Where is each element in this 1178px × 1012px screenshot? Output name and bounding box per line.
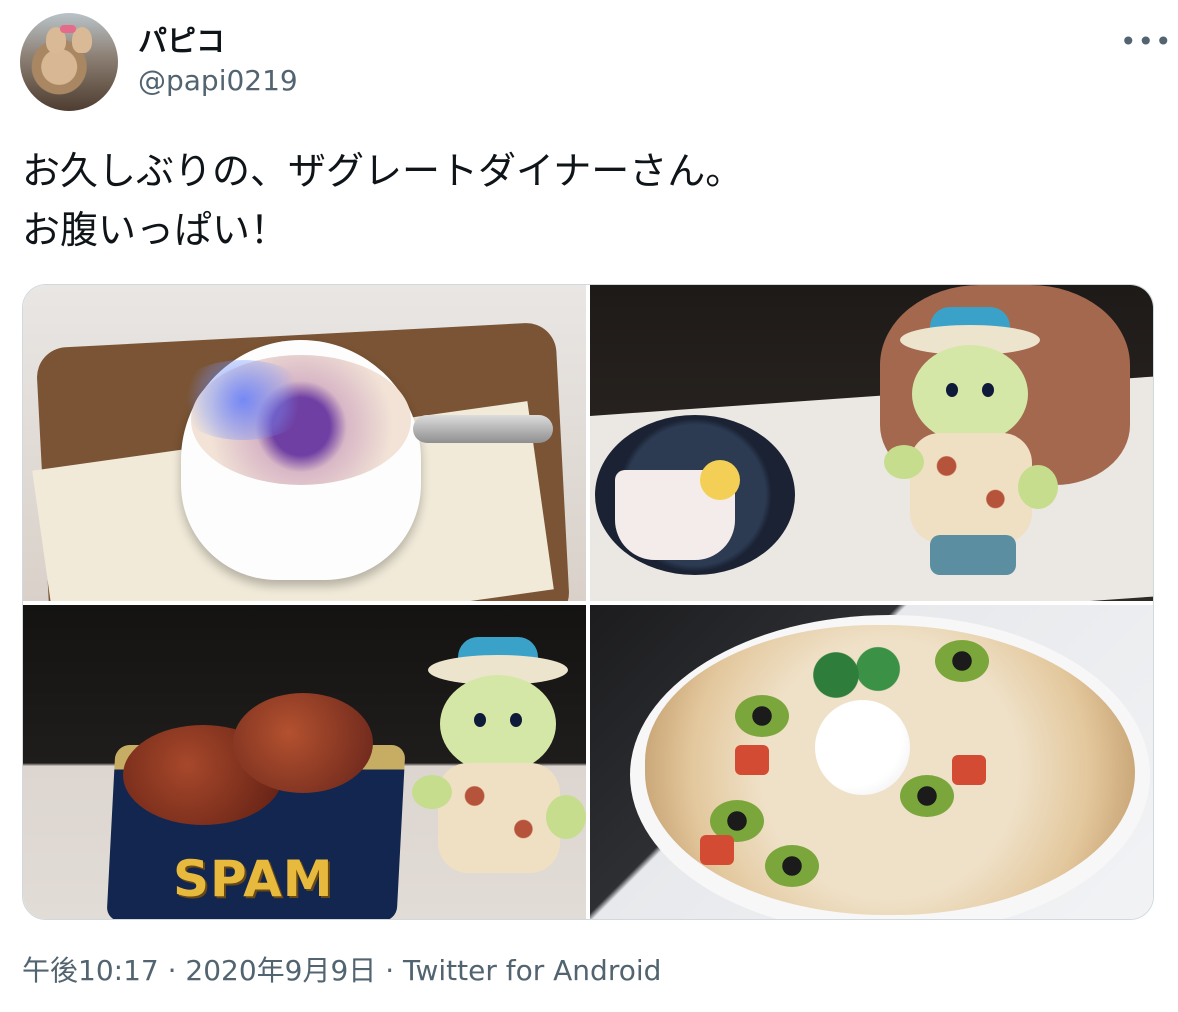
display-name[interactable]: パピコ — [138, 22, 225, 60]
photo-spam-plush[interactable]: SPAM — [23, 605, 586, 919]
photo-creme-brulee[interactable] — [23, 285, 586, 601]
photo-drink-plush[interactable] — [590, 285, 1153, 601]
spoon — [413, 415, 553, 443]
plush-legs — [930, 535, 1016, 575]
herb-garnish — [800, 645, 920, 705]
avatar-bow — [60, 25, 76, 33]
guacamole-olive — [935, 640, 989, 682]
separator: · — [376, 954, 403, 987]
avatar[interactable] — [20, 13, 118, 111]
media-grid: SPAM — [22, 284, 1154, 920]
tweet-date[interactable]: 2020年9月9日 — [185, 954, 376, 987]
photo-quesadilla[interactable] — [590, 605, 1153, 919]
tweet-time[interactable]: 午後10:17 — [22, 954, 159, 987]
lemon-slice — [700, 460, 740, 500]
plush-arm-left — [412, 775, 452, 809]
user-handle[interactable]: @papi0219 — [138, 62, 298, 100]
spam-logo: SPAM — [173, 850, 334, 908]
plush-eye-right — [510, 713, 522, 727]
more-options-icon[interactable]: ••• — [1120, 28, 1172, 56]
tweet-text-line-1: お久しぶりの、ザグレートダイナーさん。 — [22, 149, 744, 193]
plush-toy — [412, 637, 586, 915]
plush-toy — [884, 307, 1060, 585]
poached-egg — [815, 700, 910, 795]
plush-eye-right — [982, 383, 994, 397]
plush-head — [440, 675, 556, 773]
tomato — [700, 835, 734, 865]
plush-shirt — [438, 763, 560, 873]
plush-arm-left — [884, 445, 924, 479]
tweet-text-line-2: お腹いっぱい！ — [22, 208, 289, 252]
croquette — [233, 693, 373, 793]
plush-eye-left — [474, 713, 486, 727]
tweet-timestamp: 午後10:17 · 2020年9月9日 · Twitter for Androi… — [22, 952, 661, 990]
plush-head — [912, 345, 1028, 443]
tomato — [952, 755, 986, 785]
guacamole-olive — [735, 695, 789, 737]
plush-eye-left — [946, 383, 958, 397]
plush-shirt — [910, 433, 1032, 543]
flame — [173, 360, 313, 440]
separator: · — [158, 954, 186, 987]
guacamole-olive — [765, 845, 819, 887]
tweet-source[interactable]: Twitter for Android — [403, 954, 661, 987]
plush-arm-right — [546, 795, 586, 839]
tweet-text: お久しぶりの、ザグレートダイナーさん。 お腹いっぱい！ — [22, 142, 1152, 260]
tweet-card: パピコ @papi0219 ••• お久しぶりの、ザグレートダイナーさん。 お腹… — [0, 0, 1178, 1012]
plush-arm-right — [1018, 465, 1058, 509]
tomato — [735, 745, 769, 775]
guacamole-olive — [900, 775, 954, 817]
